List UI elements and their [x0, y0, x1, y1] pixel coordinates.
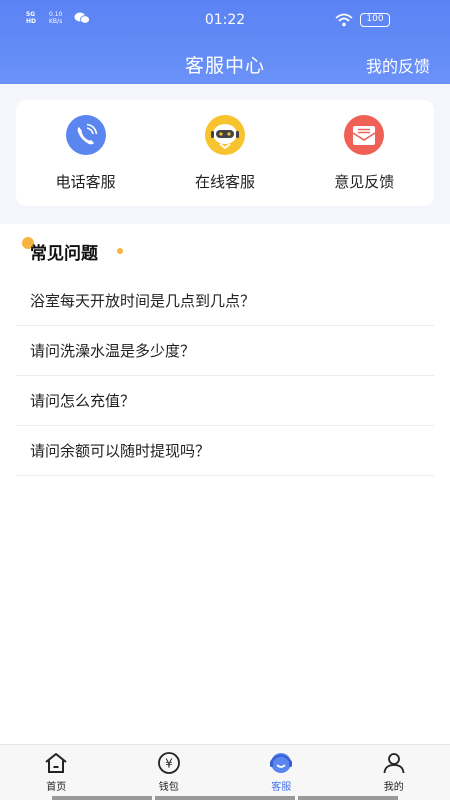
home-icon [45, 753, 67, 773]
my-feedback-link[interactable]: 我的反馈 [366, 53, 430, 77]
mail-icon [344, 115, 385, 155]
faq-item[interactable]: 请问余额可以随时提现吗？ [16, 426, 434, 476]
app-header: 5G HD 0.10 KB/s 01:22 100 客服中心 我的反馈 [0, 0, 450, 84]
bottom-tabbar: 首页 ¥ 钱包 客服 我的 [0, 744, 450, 800]
gesture-bar [298, 796, 398, 800]
tab-wallet-label: 钱包 [158, 782, 179, 793]
tab-home[interactable]: 首页 [0, 745, 113, 800]
faq-item[interactable]: 请问洗澡水温是多少度？ [16, 326, 434, 376]
gesture-bar [155, 796, 295, 800]
online-service-button[interactable]: 在线客服 [165, 115, 285, 192]
tab-profile-label: 我的 [383, 782, 404, 793]
wallet-icon: ¥ [157, 752, 180, 774]
feedback-button[interactable]: 意见反馈 [304, 115, 424, 192]
gesture-bar [52, 796, 152, 800]
tab-home-label: 首页 [46, 782, 67, 793]
profile-icon [383, 753, 405, 774]
svg-text:¥: ¥ [165, 757, 173, 771]
status-bar: 5G HD 0.10 KB/s 01:22 100 [0, 0, 450, 40]
faq-dot-decoration [117, 248, 123, 254]
service-card: 电话客服 在线客服 意见反馈 [16, 100, 434, 206]
faq-title: 常见问题 [30, 244, 98, 264]
tab-service-label: 客服 [271, 782, 292, 793]
phone-service-label: 电话客服 [55, 173, 116, 191]
online-service-label: 在线客服 [194, 173, 255, 191]
faq-item[interactable]: 请问怎么充值？ [16, 376, 434, 426]
phone-icon [65, 115, 106, 155]
faq-item[interactable]: 浴室每天开放时间是几点到几点？ [16, 276, 434, 326]
faq-header: 常见问题 [22, 235, 142, 264]
wifi-icon [335, 13, 353, 27]
service-icon [270, 753, 293, 773]
tab-profile[interactable]: 我的 [338, 745, 450, 800]
faq-list: 浴室每天开放时间是几点到几点？ 请问洗澡水温是多少度？ 请问怎么充值？ 请问余额… [16, 276, 434, 476]
phone-service-button[interactable]: 电话客服 [26, 115, 146, 192]
tab-wallet[interactable]: ¥ 钱包 [113, 745, 226, 800]
tab-service[interactable]: 客服 [225, 745, 338, 800]
battery-icon: 100 [360, 13, 390, 27]
feedback-label: 意见反馈 [334, 173, 395, 191]
robot-icon [204, 115, 245, 155]
